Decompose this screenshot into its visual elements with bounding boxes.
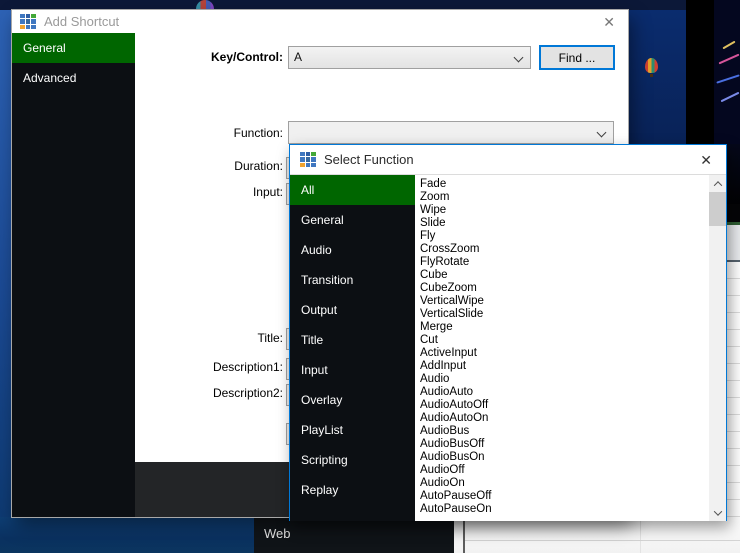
function-list-item[interactable]: AutoPauseOff — [420, 490, 709, 503]
function-list-item[interactable]: AudioAutoOn — [420, 412, 709, 425]
category-item[interactable]: Overlay — [290, 385, 415, 415]
function-category-sidebar: AllGeneralAudioTransitionOutputTitleInpu… — [290, 175, 415, 521]
function-list-item[interactable]: AudioBusOff — [420, 438, 709, 451]
category-item[interactable]: General — [290, 205, 415, 235]
function-list-item[interactable]: Slide — [420, 217, 709, 230]
duration-label: Duration: — [92, 160, 283, 173]
category-item[interactable]: Output — [290, 295, 415, 325]
function-list-item[interactable]: Zoom — [420, 191, 709, 204]
desktop: Web Add Shortcut ✕ GeneralAdvanced Key/C… — [0, 0, 740, 553]
category-item[interactable]: Scripting — [290, 445, 415, 475]
chevron-down-icon — [713, 507, 721, 515]
category-item[interactable]: Transition — [290, 265, 415, 295]
function-list-item[interactable]: Fly — [420, 230, 709, 243]
function-list-item[interactable]: Cut — [420, 334, 709, 347]
chevron-down-icon — [514, 53, 524, 63]
function-list-item[interactable]: AudioAuto — [420, 386, 709, 399]
category-item[interactable]: Replay — [290, 475, 415, 505]
scrollbar-thumb[interactable] — [709, 192, 726, 226]
function-list-item[interactable]: Fade — [420, 178, 709, 191]
category-item[interactable]: Audio — [290, 235, 415, 265]
category-item[interactable]: Input — [290, 355, 415, 385]
sidebar-item[interactable]: Advanced — [12, 63, 135, 93]
desktop-left-strip — [0, 10, 12, 517]
window-title: Select Function — [324, 152, 414, 167]
category-item[interactable]: Title — [290, 325, 415, 355]
add-shortcut-sidebar: GeneralAdvanced — [12, 33, 135, 517]
video-balloon-thumbnail — [628, 10, 686, 144]
close-icon[interactable]: ✕ — [700, 153, 712, 167]
desktop-top-strip — [0, 0, 740, 10]
function-list-item[interactable]: AudioAutoOff — [420, 399, 709, 412]
window-title: Add Shortcut — [44, 14, 119, 29]
video-black-strip — [686, 0, 714, 144]
description1-label: Description1: — [92, 361, 283, 374]
key-control-select[interactable]: A — [288, 46, 531, 69]
close-icon[interactable]: ✕ — [603, 15, 615, 29]
chevron-up-icon — [713, 181, 721, 189]
function-list-item[interactable]: Wipe — [420, 204, 709, 217]
function-list-item[interactable]: ActiveInput — [420, 347, 709, 360]
function-label: Function: — [92, 127, 283, 140]
function-list-item[interactable]: VerticalWipe — [420, 295, 709, 308]
find-button[interactable]: Find ... — [539, 45, 615, 70]
function-list-item[interactable]: CrossZoom — [420, 243, 709, 256]
function-list-item[interactable]: AudioOn — [420, 477, 709, 490]
function-list: FadeZoomWipeSlideFlyCrossZoomFlyRotateCu… — [415, 175, 709, 521]
function-list-item[interactable]: CubeZoom — [420, 282, 709, 295]
function-list-item[interactable]: FlyRotate — [420, 256, 709, 269]
video-fireworks-thumbnail — [714, 0, 740, 144]
web-tab-bar[interactable]: Web — [254, 517, 454, 553]
desktop-wallpaper-ocean — [0, 517, 254, 553]
function-list-item[interactable]: AddInput — [420, 360, 709, 373]
key-control-value: A — [294, 50, 302, 64]
select-function-window: Select Function ✕ AllGeneralAudioTransit… — [289, 144, 727, 521]
function-list-item[interactable]: AudioOff — [420, 464, 709, 477]
chevron-down-icon — [597, 128, 607, 138]
scrollbar[interactable] — [709, 175, 726, 521]
background-gray-band — [727, 225, 740, 260]
category-item[interactable]: PlayList — [290, 415, 415, 445]
background-list-rows — [727, 262, 740, 521]
hot-air-balloon-icon — [645, 58, 658, 73]
select-function-titlebar[interactable]: Select Function ✕ — [290, 145, 726, 175]
key-control-label: Key/Control: — [92, 51, 283, 64]
function-list-item[interactable]: AudioBus — [420, 425, 709, 438]
background-sliver-black — [727, 204, 740, 222]
background-sliver-fireworks — [727, 144, 740, 204]
description2-label: Description2: — [92, 387, 283, 400]
function-list-item[interactable]: VerticalSlide — [420, 308, 709, 321]
function-list-item[interactable]: AudioBusOn — [420, 451, 709, 464]
scrollbar-up-button[interactable] — [709, 175, 726, 192]
vmix-logo-icon — [300, 152, 316, 168]
function-select[interactable] — [288, 121, 614, 144]
web-tab-label[interactable]: Web — [264, 526, 291, 541]
function-list-item[interactable]: AutoPauseOn — [420, 503, 709, 516]
function-list-item[interactable]: Merge — [420, 321, 709, 334]
scrollbar-down-button[interactable] — [709, 504, 726, 521]
title-label: Title: — [92, 332, 283, 345]
add-shortcut-titlebar[interactable]: Add Shortcut ✕ — [12, 10, 628, 33]
input-label: Input: — [92, 186, 283, 199]
category-item[interactable]: All — [290, 175, 415, 205]
function-list-item[interactable]: Cube — [420, 269, 709, 282]
vmix-logo-icon — [20, 14, 36, 30]
function-list-item[interactable]: Audio — [420, 373, 709, 386]
background-table — [454, 517, 740, 553]
